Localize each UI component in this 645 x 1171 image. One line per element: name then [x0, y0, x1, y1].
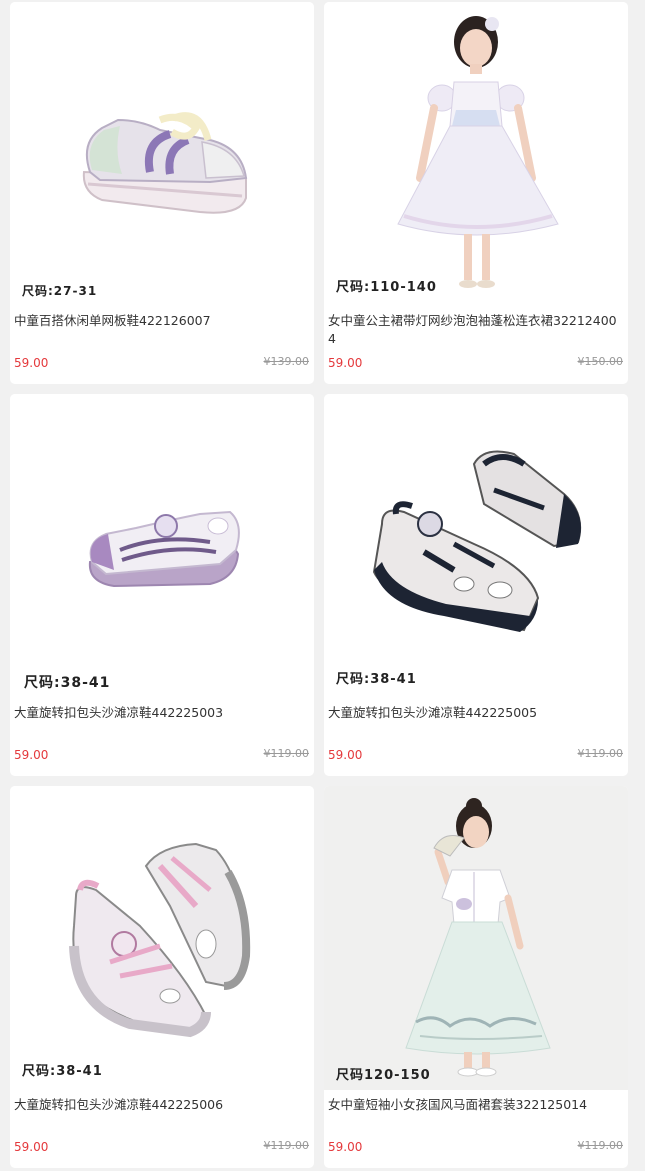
price: 59.00: [328, 356, 363, 370]
product-image[interactable]: [324, 394, 628, 698]
size-tag: 尺码:38-41: [336, 672, 417, 687]
product-image[interactable]: [10, 2, 314, 306]
product-card[interactable]: 尺码:38-41 大童旋转扣包头沙滩凉鞋442225003 59.00 ¥119…: [10, 394, 314, 776]
product-title[interactable]: 大童旋转扣包头沙滩凉鞋442225006: [14, 1096, 308, 1114]
product-image[interactable]: [324, 786, 628, 1090]
sandal-pair-image: [372, 450, 582, 632]
girl-dress-image: [397, 16, 559, 288]
product-card[interactable]: 尺码120-150 女中童短袖小女孩国风马面裙套装322125014 59.00…: [324, 786, 628, 1168]
product-title[interactable]: 中童百搭休闲单网板鞋422126007: [14, 312, 308, 330]
size-tag: 尺码:38-41: [22, 1064, 103, 1079]
product-card[interactable]: 尺码:110-140 女中童公主裙带灯网纱泡泡袖蓬松连衣裙322124004 5…: [324, 2, 628, 384]
original-price: ¥119.00: [263, 1139, 310, 1152]
original-price: ¥119.00: [577, 1139, 624, 1152]
original-price: ¥119.00: [263, 747, 310, 760]
price: 59.00: [328, 748, 363, 762]
size-tag: 尺码120-150: [336, 1068, 431, 1083]
price: 59.00: [328, 1140, 363, 1154]
product-card[interactable]: 尺码:38-41 大童旋转扣包头沙滩凉鞋442225005 59.00 ¥119…: [324, 394, 628, 776]
price: 59.00: [14, 356, 49, 370]
size-tag: 尺码:27-31: [22, 284, 98, 298]
original-price: ¥119.00: [577, 747, 624, 760]
sandal-image: [88, 510, 240, 588]
product-image[interactable]: [324, 2, 628, 306]
product-title[interactable]: 大童旋转扣包头沙滩凉鞋442225005: [328, 704, 622, 722]
product-title[interactable]: 大童旋转扣包头沙滩凉鞋442225003: [14, 704, 308, 722]
original-price: ¥139.00: [263, 355, 310, 368]
sandal-pair-image: [69, 842, 251, 1038]
original-price: ¥150.00: [577, 355, 624, 368]
product-image[interactable]: [10, 786, 314, 1090]
product-title[interactable]: 女中童短袖小女孩国风马面裙套装322125014: [328, 1096, 622, 1114]
product-title[interactable]: 女中童公主裙带灯网纱泡泡袖蓬松连衣裙322124004: [328, 312, 622, 348]
price: 59.00: [14, 748, 49, 762]
size-tag: 尺码:38-41: [24, 675, 111, 691]
product-card[interactable]: 尺码:27-31 中童百搭休闲单网板鞋422126007 59.00 ¥139.…: [10, 2, 314, 384]
toddler-sneaker-image: [82, 112, 248, 214]
girl-hanfu-image: [405, 798, 551, 1077]
price: 59.00: [14, 1140, 49, 1154]
product-image[interactable]: [10, 394, 314, 698]
size-tag: 尺码:110-140: [336, 280, 437, 295]
product-card[interactable]: 尺码:38-41 大童旋转扣包头沙滩凉鞋442225006 59.00 ¥119…: [10, 786, 314, 1168]
